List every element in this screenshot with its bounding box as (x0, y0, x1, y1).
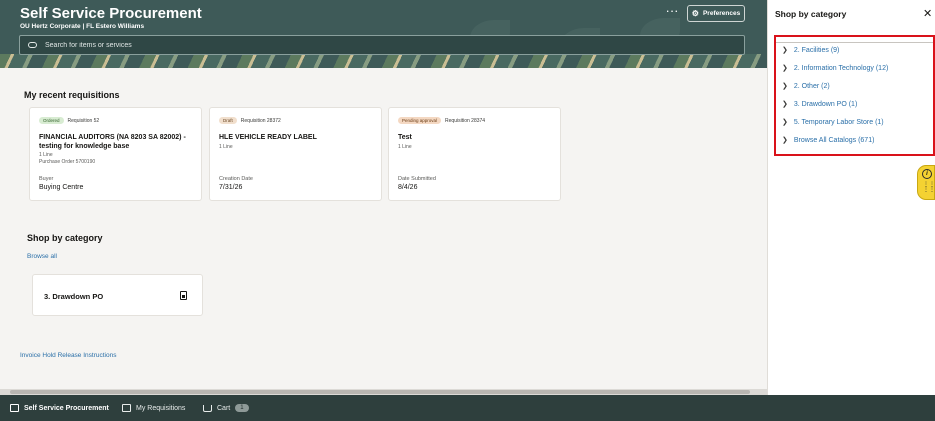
category-label: 2. Facilities (9) (793, 46, 840, 54)
status-badge: Ordered (39, 117, 64, 124)
chevron-right-icon: ❯ (782, 119, 788, 126)
category-list: ❯ 2. Facilities (9) ❯ 2. Information Tec… (774, 35, 935, 156)
status-badge: Draft (219, 117, 237, 124)
nav-my-requisitions[interactable]: My Requisitions (122, 395, 185, 421)
app-header: Self Service Procurement OU Hertz Corpor… (0, 0, 767, 68)
panel-title: Shop by category (775, 9, 847, 19)
chevron-right-icon: ❯ (782, 137, 788, 144)
meta-value: 8/4/26 (398, 184, 418, 191)
browse-all-link[interactable]: Browse all (27, 253, 57, 260)
category-item[interactable]: ❯ 3. Drawdown PO (1) (782, 100, 858, 109)
help-widget[interactable]: i ⋮⋮ ⋮⋮ (917, 165, 935, 200)
search-icon (28, 42, 37, 48)
category-card[interactable]: 3. Drawdown PO (32, 274, 203, 316)
meta-value: 7/31/26 (219, 184, 243, 191)
category-item[interactable]: ❯ 5. Temporary Labor Store (1) (782, 118, 884, 127)
recent-requisitions-title: My recent requisitions (24, 90, 120, 100)
requisition-title: Test (398, 134, 412, 141)
category-label: 2. Other (2) (793, 82, 830, 90)
bottom-navigation: Self Service Procurement My Requisitions… (0, 395, 935, 421)
document-icon (180, 291, 187, 300)
meta-label: Creation Date (219, 176, 253, 182)
search-bar[interactable] (19, 35, 745, 55)
requisition-card[interactable]: Pending approval Requisition 28374 Test … (388, 107, 561, 201)
chevron-right-icon: ❯ (782, 65, 788, 72)
close-icon[interactable]: ✕ (923, 9, 932, 20)
nav-cart[interactable]: Cart 1 (203, 395, 249, 421)
chevron-right-icon: ❯ (782, 83, 788, 90)
requisition-title: FINANCIAL AUDITORS (NA 8203 SA 82002) - … (39, 134, 186, 150)
requisition-lines: 1 Line (39, 152, 53, 158)
shop-by-category-title: Shop by category (27, 233, 103, 243)
meta-label: Date Submitted (398, 176, 436, 182)
nav-label: My Requisitions (136, 404, 186, 412)
clipboard-icon (122, 404, 131, 412)
scrollbar-thumb[interactable] (10, 390, 750, 394)
meta-value: Buying Centre (39, 184, 84, 191)
main-content: My recent requisitions Ordered Requisiti… (0, 68, 767, 389)
requisition-number: Requisition 52 (67, 117, 100, 124)
nav-label: Cart (217, 404, 231, 412)
gear-icon: ⚙ (691, 9, 699, 18)
requisition-lines: 1 Line (398, 144, 412, 150)
nav-self-service-procurement[interactable]: Self Service Procurement (10, 395, 109, 421)
requisition-lines: 1 Line (219, 144, 233, 150)
cart-icon (203, 404, 212, 412)
app-title: Self Service Procurement (20, 5, 202, 22)
requisition-card[interactable]: Ordered Requisition 52 FINANCIAL AUDITOR… (29, 107, 202, 201)
category-label: 5. Temporary Labor Store (1) (793, 118, 884, 126)
header-pattern (0, 54, 767, 68)
status-badge: Pending approval (398, 117, 442, 124)
app-subtitle: OU Hertz Corporate | FL Estero Williams (20, 23, 145, 30)
category-card-label: 3. Drawdown PO (44, 292, 104, 301)
chevron-right-icon: ❯ (782, 47, 788, 54)
grid-dots-icon: ⋮⋮ ⋮⋮ (923, 182, 935, 193)
requisition-card[interactable]: Draft Requisition 28372 HLE VEHICLE READ… (209, 107, 382, 201)
more-options-button[interactable]: ··· (664, 4, 680, 21)
search-input[interactable] (45, 41, 645, 49)
category-label: 2. Information Technology (12) (793, 64, 889, 72)
category-item[interactable]: ❯ Browse All Catalogs (671) (782, 136, 875, 145)
requisition-number: Requisition 28374 (445, 117, 486, 124)
category-item[interactable]: ❯ 2. Facilities (9) (782, 46, 840, 55)
meta-label: Buyer (39, 176, 54, 182)
info-icon: i (922, 169, 932, 179)
preferences-button[interactable]: ⚙ Preferences (687, 5, 745, 22)
category-label: Browse All Catalogs (671) (793, 136, 875, 144)
divider (776, 42, 933, 43)
chevron-right-icon: ❯ (782, 101, 788, 108)
category-item[interactable]: ❯ 2. Other (2) (782, 82, 830, 91)
preferences-label: Preferences (702, 10, 741, 17)
purchase-order-number: Purchase Order 5700190 (39, 159, 96, 165)
store-icon (10, 404, 19, 412)
nav-label: Self Service Procurement (24, 404, 109, 412)
requisition-title: HLE VEHICLE READY LABEL (219, 134, 317, 141)
shop-by-category-panel: Shop by category ✕ ❯ 2. Facilities (9) ❯… (767, 0, 935, 395)
cart-count-badge: 1 (235, 404, 249, 412)
invoice-hold-link[interactable]: Invoice Hold Release Instructions (20, 352, 116, 359)
category-item[interactable]: ❯ 2. Information Technology (12) (782, 64, 889, 73)
category-label: 3. Drawdown PO (1) (793, 100, 858, 108)
requisition-number: Requisition 28372 (240, 117, 281, 124)
